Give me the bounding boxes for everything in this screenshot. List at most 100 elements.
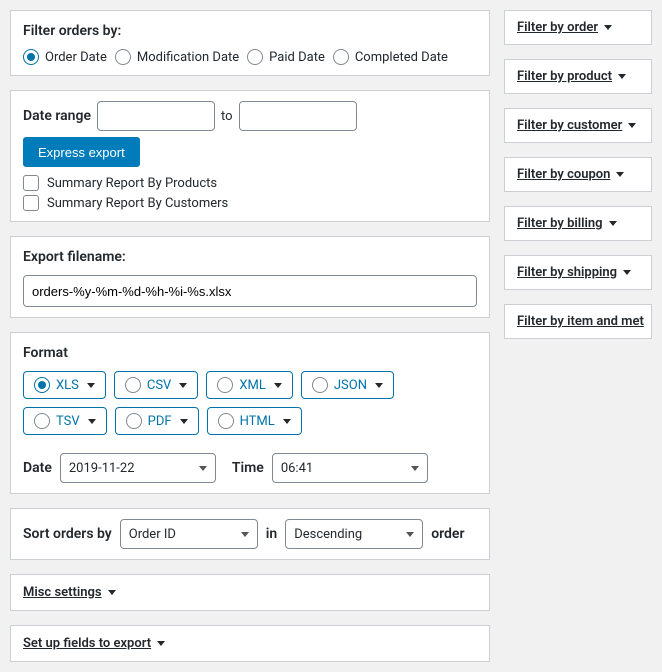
caret-down-icon [609, 221, 617, 226]
date-range-to-label: to [221, 109, 233, 124]
caret-down-icon [274, 383, 282, 388]
date-range-row: Date range to Express export [23, 101, 477, 167]
misc-settings-title: Misc settings [23, 585, 102, 600]
format-xls[interactable]: XLS [23, 371, 106, 399]
sort-panel: Sort orders by Order ID in Descending or… [10, 508, 490, 560]
express-export-button[interactable]: Express export [23, 137, 140, 167]
filter-orders-panel: Filter orders by: Order Date Modificatio… [10, 10, 490, 76]
sidebar: Filter by order Filter by product Filter… [504, 10, 652, 662]
time-label: Time [232, 460, 264, 476]
radio-order-date-label: Order Date [45, 50, 107, 65]
format-csv-label: CSV [147, 378, 171, 393]
radio-paid-date-label: Paid Date [269, 50, 325, 65]
format-html-label: HTML [240, 414, 275, 429]
format-json[interactable]: JSON [301, 371, 394, 399]
sidebar-filter-item-meta[interactable]: Filter by item and met [504, 304, 652, 339]
sidebar-filter-product[interactable]: Filter by product [504, 59, 652, 94]
date-range-panel: Date range to Express export Summary Rep… [10, 90, 490, 222]
format-xls-label: XLS [56, 378, 79, 393]
caret-down-icon [623, 270, 631, 275]
format-pdf[interactable]: PDF [115, 407, 199, 435]
radio-paid-date-input[interactable] [247, 49, 263, 65]
misc-settings-panel[interactable]: Misc settings [10, 574, 490, 611]
summary-customers-checkbox[interactable] [23, 195, 39, 211]
caret-down-icon [179, 383, 187, 388]
radio-modification-date-input[interactable] [115, 49, 131, 65]
date-select[interactable]: 2019-11-22 [60, 453, 216, 483]
setup-fields-panel[interactable]: Set up fields to export [10, 625, 490, 662]
sort-direction-value: Descending [294, 527, 362, 542]
format-xls-radio[interactable] [34, 377, 50, 393]
date-from-input[interactable] [97, 101, 215, 131]
sidebar-filter-shipping[interactable]: Filter by shipping [504, 255, 652, 290]
time-select-value: 06:41 [281, 461, 313, 476]
sidebar-item-label: Filter by coupon [517, 167, 610, 182]
format-csv[interactable]: CSV [114, 371, 198, 399]
summary-products-row[interactable]: Summary Report By Products [23, 175, 477, 191]
radio-order-date[interactable]: Order Date [23, 49, 107, 65]
format-title: Format [23, 345, 477, 361]
chevron-down-icon [411, 466, 419, 471]
format-tsv-label: TSV [56, 414, 80, 429]
radio-order-date-input[interactable] [23, 49, 39, 65]
sidebar-filter-coupon[interactable]: Filter by coupon [504, 157, 652, 192]
export-filename-title: Export filename: [23, 249, 477, 265]
sort-prefix: Sort orders by [23, 526, 112, 542]
radio-completed-date-label: Completed Date [355, 50, 448, 65]
setup-fields-title: Set up fields to export [23, 636, 151, 651]
sidebar-item-label: Filter by item and met [517, 314, 644, 329]
format-tsv-radio[interactable] [34, 413, 50, 429]
summary-customers-label: Summary Report By Customers [47, 196, 228, 211]
format-html[interactable]: HTML [207, 407, 302, 435]
sort-suffix: order [431, 526, 464, 542]
sort-field-value: Order ID [129, 527, 176, 542]
sidebar-filter-order[interactable]: Filter by order [504, 10, 652, 45]
format-csv-radio[interactable] [125, 377, 141, 393]
caret-down-icon [180, 419, 188, 424]
sidebar-item-label: Filter by billing [517, 216, 603, 231]
date-select-value: 2019-11-22 [69, 461, 135, 476]
sidebar-filter-customer[interactable]: Filter by customer [504, 108, 652, 143]
date-range-label: Date range [23, 108, 91, 124]
format-pdf-radio[interactable] [126, 413, 142, 429]
sidebar-filter-billing[interactable]: Filter by billing [504, 206, 652, 241]
format-html-radio[interactable] [218, 413, 234, 429]
format-panel: Format XLS CSV XML [10, 332, 490, 494]
radio-completed-date-input[interactable] [333, 49, 349, 65]
format-json-radio[interactable] [312, 377, 328, 393]
export-filename-input[interactable] [23, 275, 477, 307]
time-select[interactable]: 06:41 [272, 453, 428, 483]
date-to-input[interactable] [239, 101, 357, 131]
summary-products-label: Summary Report By Products [47, 176, 217, 191]
radio-modification-date-label: Modification Date [137, 50, 239, 65]
filter-orders-options: Order Date Modification Date Paid Date C… [23, 49, 477, 65]
caret-down-icon [157, 641, 165, 646]
format-json-label: JSON [334, 378, 367, 393]
sort-field-select[interactable]: Order ID [120, 519, 258, 549]
format-xml[interactable]: XML [206, 371, 293, 399]
sidebar-item-label: Filter by shipping [517, 265, 617, 280]
radio-paid-date[interactable]: Paid Date [247, 49, 325, 65]
export-filename-panel: Export filename: [10, 236, 490, 318]
sidebar-item-label: Filter by order [517, 20, 598, 35]
filter-orders-title: Filter orders by: [23, 23, 477, 39]
format-pdf-label: PDF [148, 414, 172, 429]
caret-down-icon [616, 172, 624, 177]
summary-products-checkbox[interactable] [23, 175, 39, 191]
format-xml-radio[interactable] [217, 377, 233, 393]
radio-completed-date[interactable]: Completed Date [333, 49, 448, 65]
chevron-down-icon [241, 532, 249, 537]
chevron-down-icon [406, 532, 414, 537]
caret-down-icon [87, 383, 95, 388]
sidebar-item-label: Filter by product [517, 69, 612, 84]
format-tsv[interactable]: TSV [23, 407, 107, 435]
format-options: XLS CSV XML JSON [23, 371, 477, 435]
date-label: Date [23, 460, 52, 476]
sort-direction-select[interactable]: Descending [285, 519, 423, 549]
radio-modification-date[interactable]: Modification Date [115, 49, 239, 65]
caret-down-icon [628, 123, 636, 128]
setup-fields-header: Set up fields to export [23, 636, 165, 651]
caret-down-icon [375, 383, 383, 388]
caret-down-icon [618, 74, 626, 79]
summary-customers-row[interactable]: Summary Report By Customers [23, 195, 477, 211]
